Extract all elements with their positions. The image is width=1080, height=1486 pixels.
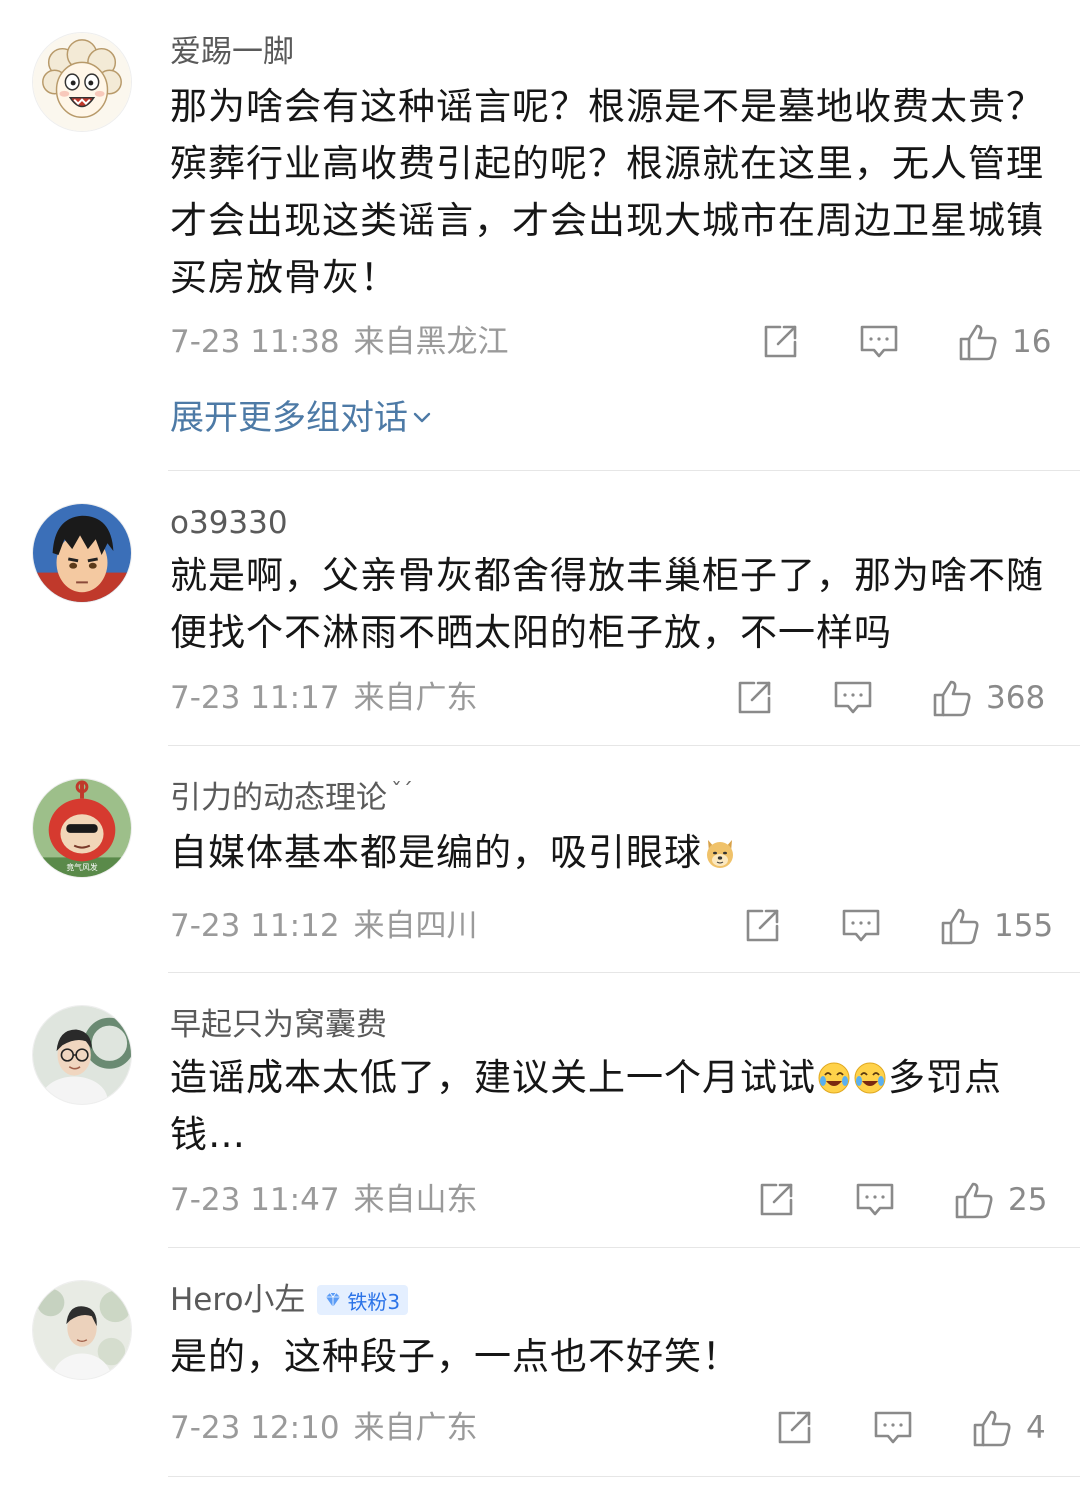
comment-item: 早起只为窝囊费 造谣成本太低了，建议关上一个月试试 多罚点钱… 7-23 11:4… — [0, 973, 1080, 1247]
username[interactable]: 引力的动态理论 — [170, 778, 387, 818]
like-button[interactable]: 16 — [958, 322, 1051, 362]
like-count: 16 — [1012, 324, 1052, 360]
comment-location: 来自四川 — [353, 908, 478, 944]
username[interactable]: o39330 — [170, 503, 288, 543]
comment-icon — [834, 681, 872, 714]
like-button[interactable]: 368 — [932, 678, 1045, 718]
comment-button[interactable] — [832, 678, 874, 718]
comment-icon — [842, 909, 880, 942]
expand-label: 展开更多组对话 — [170, 398, 408, 438]
thumbs-up-icon — [959, 324, 997, 361]
share-button[interactable] — [774, 1408, 814, 1448]
avatar[interactable] — [32, 503, 132, 603]
comment-location: 来自广东 — [353, 680, 478, 716]
avatar[interactable] — [32, 1280, 132, 1380]
thumbs-up-icon — [941, 908, 979, 945]
avatar[interactable] — [32, 1005, 132, 1105]
young-man-photo-avatar-image — [33, 1006, 131, 1104]
like-button[interactable]: 25 — [954, 1180, 1047, 1220]
comment-text: 就是啊，父亲骨灰都舍得放丰巢柜子了，那为啥不随便找个不淋雨不晒太阳的柜子放，不一… — [170, 554, 1044, 654]
comment-time: 7-23 11:47 — [170, 1182, 340, 1218]
share-icon — [764, 325, 797, 358]
comment-icon — [874, 1411, 912, 1444]
comment-item: 爱踢一脚 那为啥会有这种谣言呢？根源是不是墓地收费太贵？殡葬行业高收费引起的呢？… — [0, 0, 1080, 470]
fan-level-badge[interactable]: 铁粉3 — [317, 1285, 409, 1315]
like-count: 155 — [994, 908, 1054, 944]
fan-badge-label: 铁粉3 — [347, 1289, 401, 1314]
comment-icon — [856, 1183, 894, 1216]
share-button[interactable] — [760, 322, 800, 362]
diamond-icon — [326, 1292, 341, 1307]
comment-meta: 7-23 11:47 来自山东 — [170, 1180, 478, 1220]
comment-time: 7-23 11:17 — [170, 680, 340, 716]
share-icon — [738, 681, 771, 714]
comment-text: 是的，这种段子，一点也不好笑！ — [170, 1335, 740, 1378]
comment-button[interactable] — [858, 322, 900, 362]
comment-list: 爱踢一脚 那为啥会有这种谣言呢？根源是不是墓地收费太贵？殡葬行业高收费引起的呢？… — [0, 0, 1080, 1486]
thumbs-up-icon — [973, 1410, 1011, 1447]
comment-icon — [860, 325, 898, 358]
anime-boy-avatar-image — [33, 504, 131, 602]
like-button[interactable]: 155 — [940, 906, 1053, 946]
like-button[interactable]: 4 — [972, 1408, 1046, 1448]
divider — [168, 1476, 1080, 1477]
like-count: 368 — [986, 680, 1046, 716]
comment-location: 来自黑龙江 — [353, 324, 509, 360]
share-icon — [746, 909, 779, 942]
comment-item: Hero小左 铁粉3 是的，这种段子，一点也不好笑！ 7-23 12:10 来自广… — [0, 1248, 1080, 1486]
comment-meta: 7-23 12:10 来自广东 — [170, 1408, 478, 1448]
comment-time: 7-23 12:10 — [170, 1410, 340, 1446]
comment-button[interactable] — [840, 906, 882, 946]
chevron-down-icon — [413, 412, 431, 423]
like-count: 25 — [1008, 1182, 1048, 1218]
comment-meta: 7-23 11:38 来自黑龙江 — [170, 322, 509, 362]
thumbs-up-icon — [933, 680, 971, 717]
comment-item: o39330 就是啊，父亲骨灰都舍得放丰巢柜子了，那为啥不随便找个不淋雨不晒太阳… — [0, 471, 1080, 745]
crying-laughing-emoji — [818, 1062, 850, 1094]
comment-item: 竟气风发 引力的动态理论 ˇˊ 自媒体基本都是编的，吸引眼球 7-23 11:1… — [0, 746, 1080, 972]
share-icon — [778, 1411, 811, 1444]
share-button[interactable] — [734, 678, 774, 718]
avatar[interactable]: 竟气风发 — [32, 778, 132, 878]
young-man-outdoor-photo-avatar-image — [33, 1281, 131, 1379]
teletubby-avatar-image: 竟气风发 — [33, 779, 131, 877]
username-suffix: ˇˊ — [391, 779, 413, 805]
sheep-cartoon-avatar-image — [33, 33, 131, 131]
username[interactable]: 爱踢一脚 — [170, 32, 294, 72]
comment-text-part1: 造谣成本太低了，建议关上一个月试试 — [170, 1056, 816, 1099]
comment-time: 7-23 11:38 — [170, 324, 340, 360]
crying-laughing-emoji — [854, 1062, 886, 1094]
doge-emoji — [707, 840, 733, 868]
username[interactable]: 早起只为窝囊费 — [170, 1005, 387, 1045]
share-icon — [760, 1183, 793, 1216]
comment-text: 那为啥会有这种谣言呢？根源是不是墓地收费太贵？殡葬行业高收费引起的呢？根源就在这… — [170, 85, 1044, 299]
comment-meta: 7-23 11:12 来自四川 — [170, 906, 478, 946]
comment-button[interactable] — [872, 1408, 914, 1448]
comment-text-row: 造谣成本太低了，建议关上一个月试试 多罚点钱… — [170, 1049, 1060, 1163]
thumbs-up-icon — [955, 1182, 993, 1219]
comment-meta: 7-23 11:17 来自广东 — [170, 678, 478, 718]
comment-text: 自媒体基本都是编的，吸引眼球 — [170, 831, 702, 874]
avatar[interactable] — [32, 32, 132, 132]
comment-button[interactable] — [854, 1180, 896, 1220]
avatar-watermark-text: 竟气风发 — [66, 862, 97, 872]
expand-conversations-link[interactable]: 展开更多组对话 — [170, 396, 432, 440]
share-button[interactable] — [742, 906, 782, 946]
username[interactable]: Hero小左 — [170, 1280, 305, 1320]
comment-text-row: 自媒体基本都是编的，吸引眼球 — [170, 824, 1060, 881]
like-count: 4 — [1026, 1410, 1046, 1446]
comment-time: 7-23 11:12 — [170, 908, 340, 944]
comment-location: 来自广东 — [353, 1410, 478, 1446]
comment-location: 来自山东 — [353, 1182, 478, 1218]
share-button[interactable] — [756, 1180, 796, 1220]
